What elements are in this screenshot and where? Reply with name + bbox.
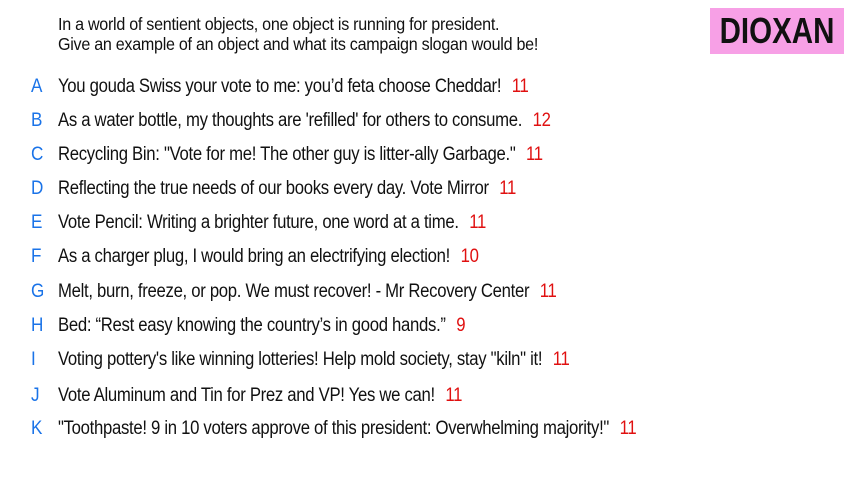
answer-score: 11 — [619, 418, 637, 439]
answer-row: J Vote Aluminum and Tin for Prez and VP!… — [0, 383, 853, 409]
answer-letter: E — [31, 212, 43, 233]
answer-row: H Bed: “Rest easy knowing the country’s … — [0, 313, 853, 339]
prompt-text: In a world of sentient objects, one obje… — [58, 14, 538, 54]
answer-line: Bed: “Rest easy knowing the country’s in… — [58, 313, 466, 339]
author-badge-label: DIOXAN — [719, 10, 835, 51]
answer-line: As a water bottle, my thoughts are 'refi… — [58, 108, 551, 134]
author-badge: DIOXAN — [710, 8, 844, 54]
answer-text: You gouda Swiss your vote to me: you’d f… — [58, 76, 502, 97]
answer-letter: J — [31, 385, 40, 406]
answer-score: 11 — [469, 212, 486, 233]
answer-score: 11 — [499, 178, 517, 199]
answer-text: As a charger plug, I would bring an elec… — [58, 246, 451, 267]
answer-letter: C — [31, 144, 44, 165]
answer-row: D Reflecting the true needs of our books… — [0, 176, 853, 202]
answer-letter: B — [31, 110, 43, 131]
answer-letter: H — [31, 315, 44, 336]
answer-text: Recycling Bin: "Vote for me! The other g… — [58, 144, 516, 165]
answer-letter: D — [31, 178, 44, 199]
answer-text: Bed: “Rest easy knowing the country’s in… — [58, 315, 446, 336]
answer-line: Voting pottery's like winning lotteries!… — [58, 347, 570, 373]
answer-text: Voting pottery's like winning lotteries!… — [58, 349, 543, 370]
answer-row: K "Toothpaste! 9 in 10 voters approve of… — [0, 416, 853, 442]
prompt-line-2: Give an example of an object and what it… — [58, 34, 539, 54]
answer-text: "Toothpaste! 9 in 10 voters approve of t… — [58, 418, 610, 439]
answer-line: Reflecting the true needs of our books e… — [58, 176, 516, 202]
answer-letter: A — [31, 76, 43, 97]
answer-line: "Toothpaste! 9 in 10 voters approve of t… — [58, 416, 637, 442]
answer-line: You gouda Swiss your vote to me: you’d f… — [58, 74, 529, 100]
answer-row: C Recycling Bin: "Vote for me! The other… — [0, 142, 853, 168]
answer-text: Vote Pencil: Writing a brighter future, … — [58, 212, 459, 233]
answer-score: 12 — [532, 110, 551, 131]
answer-text: Reflecting the true needs of our books e… — [58, 178, 489, 199]
answer-letter: F — [31, 246, 42, 267]
answer-row: F As a charger plug, I would bring an el… — [0, 244, 853, 270]
answer-row: I Voting pottery's like winning lotterie… — [0, 347, 853, 373]
answer-letter: G — [31, 281, 45, 302]
answer-row: G Melt, burn, freeze, or pop. We must re… — [0, 279, 853, 305]
answer-score: 11 — [511, 76, 529, 97]
answer-score: 11 — [445, 385, 463, 406]
answer-row: B As a water bottle, my thoughts are 're… — [0, 108, 853, 134]
answer-score: 11 — [552, 349, 570, 370]
answer-text: Vote Aluminum and Tin for Prez and VP! Y… — [58, 385, 435, 406]
answer-line: As a charger plug, I would bring an elec… — [58, 244, 479, 270]
answer-line: Vote Aluminum and Tin for Prez and VP! Y… — [58, 383, 462, 409]
answer-score: 11 — [526, 144, 543, 165]
answer-text: As a water bottle, my thoughts are 'refi… — [58, 110, 523, 131]
answer-line: Vote Pencil: Writing a brighter future, … — [58, 210, 486, 236]
answer-score: 9 — [456, 315, 466, 336]
answer-line: Recycling Bin: "Vote for me! The other g… — [58, 142, 543, 168]
answer-line: Melt, burn, freeze, or pop. We must reco… — [58, 279, 557, 305]
answer-score: 10 — [460, 246, 479, 267]
answer-score: 11 — [539, 281, 557, 302]
answer-letter: I — [31, 349, 36, 370]
answer-row: E Vote Pencil: Writing a brighter future… — [0, 210, 853, 236]
answer-text: Melt, burn, freeze, or pop. We must reco… — [58, 281, 530, 302]
prompt-line-1: In a world of sentient objects, one obje… — [58, 14, 500, 34]
answer-letter: K — [31, 418, 43, 439]
answer-row: A You gouda Swiss your vote to me: you’d… — [0, 74, 853, 100]
